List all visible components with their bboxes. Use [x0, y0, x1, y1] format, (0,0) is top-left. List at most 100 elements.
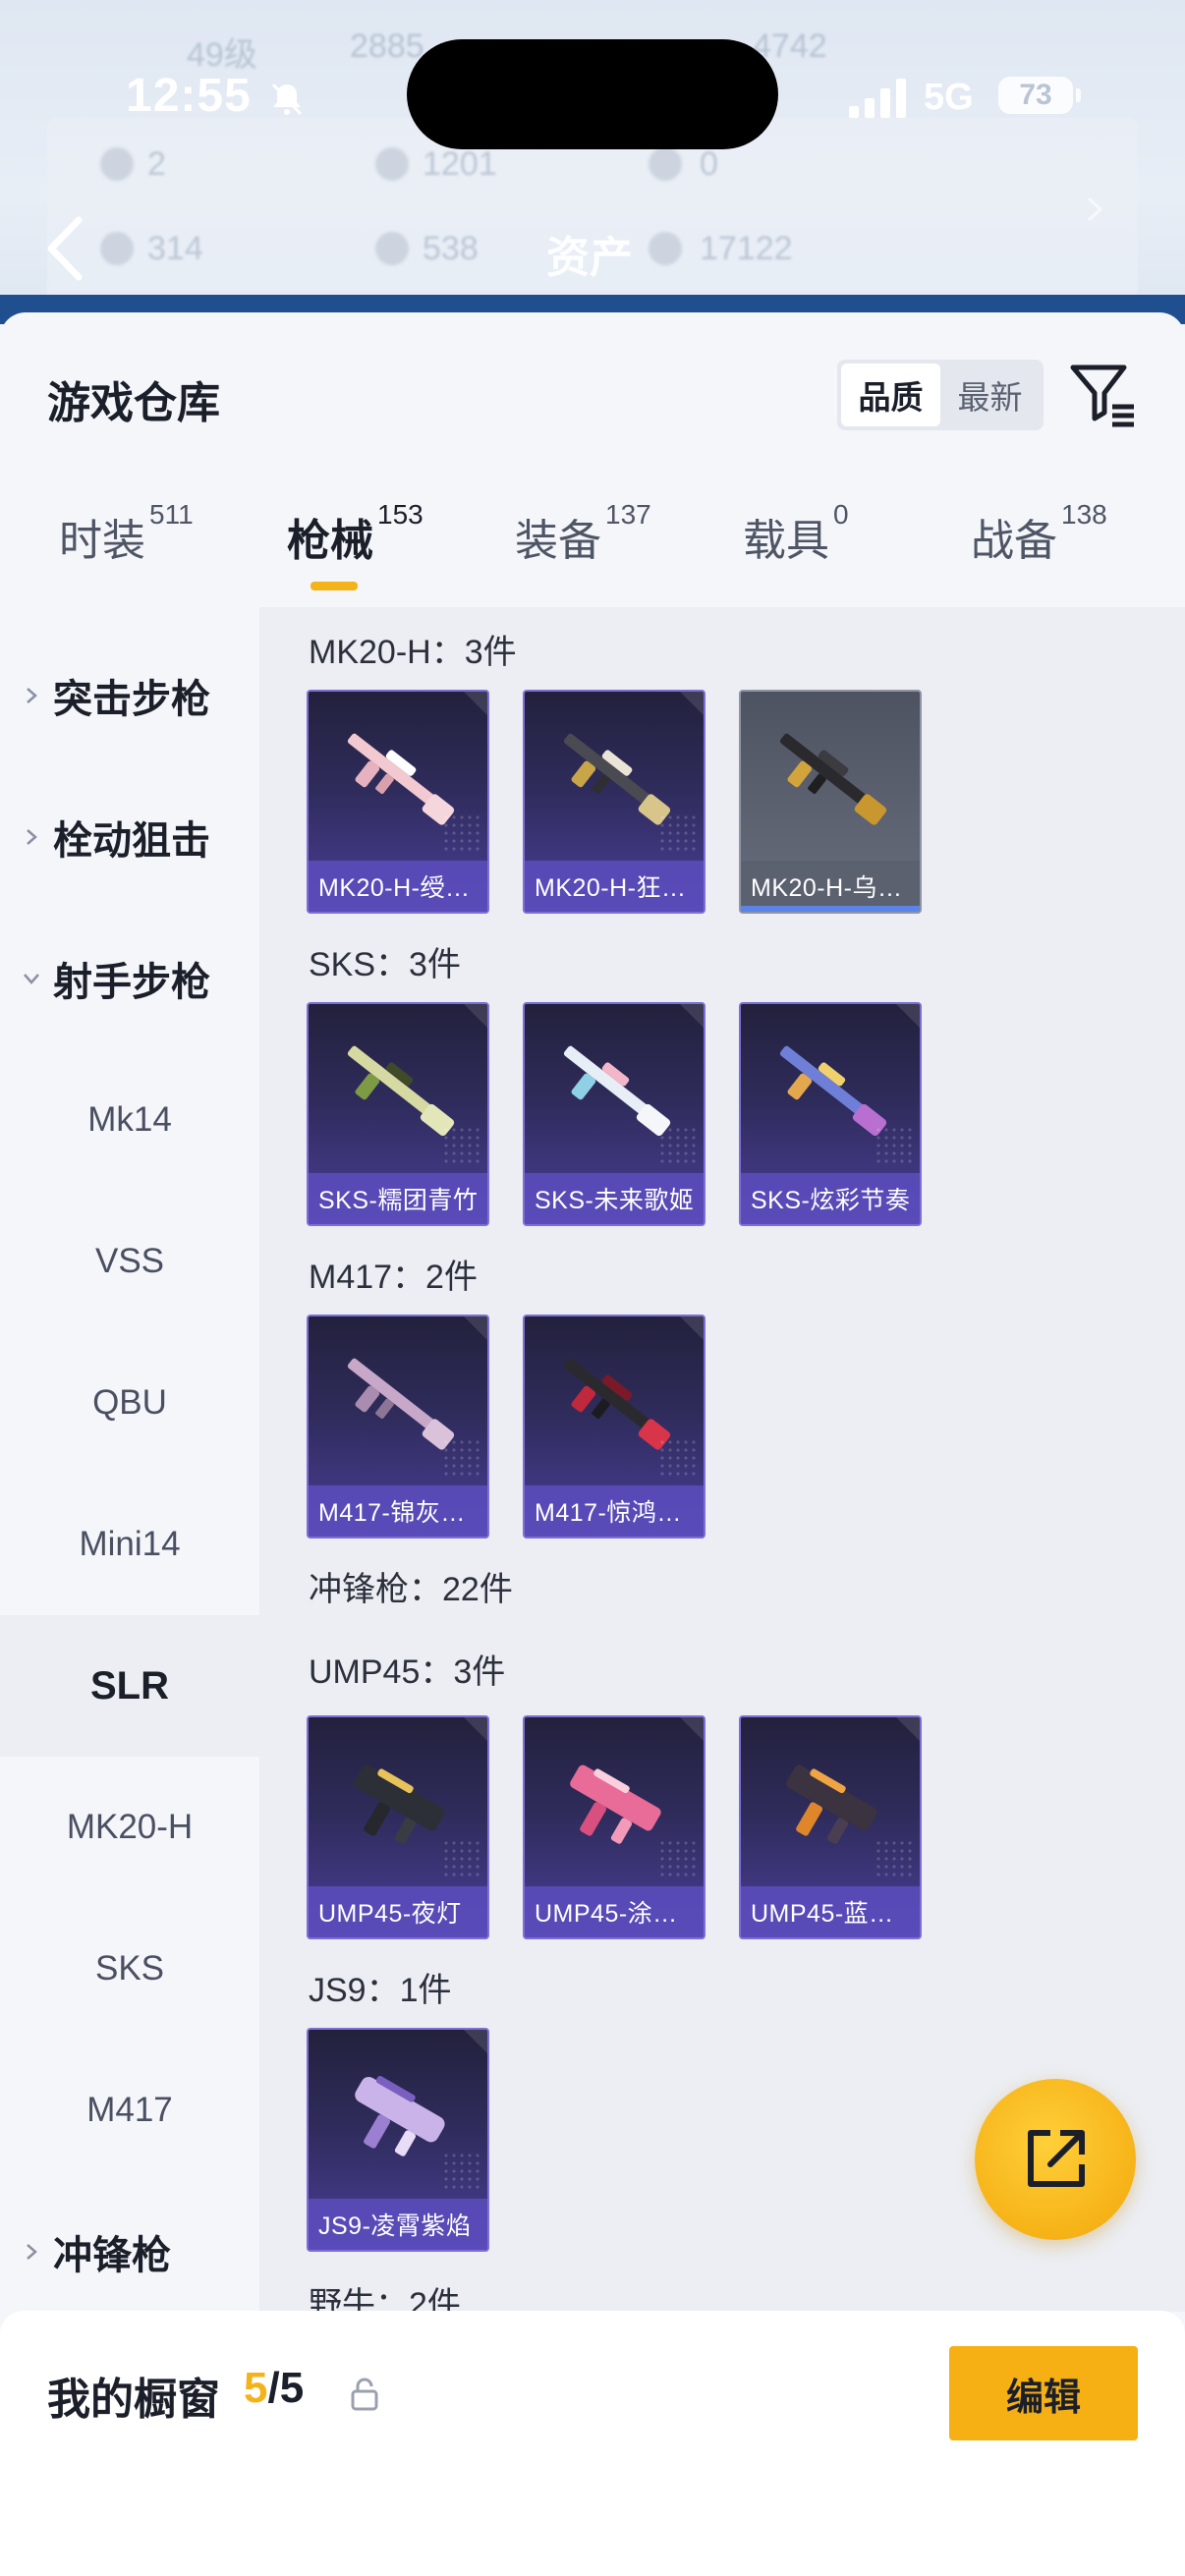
sort-quality-button[interactable]: 品质 — [841, 364, 940, 426]
tab-count: 511 — [149, 499, 194, 530]
card-corner — [464, 2030, 487, 2053]
blurred-icon — [649, 147, 682, 181]
tab-label: 战备 — [971, 517, 1057, 565]
sidebar-category-smg[interactable]: 冲锋枪 — [0, 2212, 259, 2291]
weapon-card[interactable]: UMP45-夜灯 — [307, 1715, 489, 1939]
card-corner — [680, 1004, 704, 1028]
weapon-card-label: UMP45-蓝… — [741, 1886, 920, 1937]
weapon-card[interactable]: M417-锦灰… — [307, 1315, 489, 1539]
blurred-icon — [649, 232, 682, 265]
card-corner — [464, 692, 487, 715]
group-title: MK20-H：3件 — [309, 634, 517, 671]
sort-toggle: 品质 最新 — [837, 360, 1044, 430]
card-pattern — [658, 1126, 698, 1165]
tab-fashion[interactable]: 时装 511 — [59, 499, 194, 568]
sidebar-category-label: 射手步枪 — [53, 961, 210, 1004]
weapon-grid[interactable]: MK20-H：3件 MK20-H-绶… MK20-H-狂… MK20-H-乌… … — [259, 607, 1185, 2312]
sidebar-category-marksman-rifle[interactable]: 射手步枪 — [0, 939, 259, 1018]
sidebar-category-bolt-sniper[interactable]: 栓动狙击 — [0, 798, 259, 876]
blurred-stat: 2 — [147, 145, 166, 183]
tab-supplies[interactable]: 战备 138 — [971, 499, 1107, 568]
sidebar-item-mini14[interactable]: Mini14 — [0, 1474, 259, 1615]
card-pattern — [442, 1438, 481, 1478]
share-fab-button[interactable] — [975, 2079, 1136, 2240]
background-header: 49级 2885 4742 2 1201 0 314 538 17122 12:… — [0, 0, 1185, 324]
card-corner — [464, 1316, 487, 1340]
sidebar-item-vss[interactable]: VSS — [0, 1191, 259, 1332]
sheet-title: 游戏仓库 — [47, 379, 220, 427]
group-title: 冲锋枪：22件 — [309, 1571, 513, 1608]
bell-muted-icon — [271, 83, 303, 116]
weapon-card[interactable]: UMP45-涂… — [523, 1715, 705, 1939]
weapon-card[interactable]: SKS-炫彩节奏 — [739, 1002, 922, 1226]
tab-label: 枪械 — [287, 517, 373, 565]
filter-icon[interactable] — [1069, 360, 1138, 428]
group-title: JS9：1件 — [309, 1972, 452, 2009]
showcase-bar: 我的橱窗 5/5 编辑 — [0, 2311, 1185, 2576]
blurred-icon — [375, 147, 409, 181]
sidebar-category-label: 冲锋枪 — [53, 2234, 171, 2277]
tab-count: 0 — [833, 499, 849, 530]
sidebar-category-label: 栓动狙击 — [53, 819, 210, 863]
group-title: M417：2件 — [309, 1259, 478, 1296]
tab-firearms[interactable]: 枪械 153 — [287, 499, 423, 568]
weapon-card[interactable]: JS9-凌霄紫焰 — [307, 2028, 489, 2252]
sidebar-category-label: 突击步枪 — [53, 678, 210, 721]
rifle-icon — [779, 733, 887, 825]
sidebar-item-slr[interactable]: SLR — [0, 1615, 259, 1757]
external-link-icon — [1028, 2130, 1085, 2187]
tab-vehicles[interactable]: 载具 0 — [743, 499, 849, 568]
weapon-card[interactable]: SKS-未来歌姬 — [523, 1002, 705, 1226]
warehouse-sheet: 游戏仓库 品质 最新 时装 511 枪械 153 装备 137 载具 0 战备 … — [0, 312, 1185, 2576]
card-pattern — [442, 1126, 481, 1165]
sidebar-category-assault-rifle[interactable]: 突击步枪 — [0, 656, 259, 735]
weapon-card-label: MK20-H-乌… — [741, 861, 920, 912]
group-title: 野牛：2件 — [309, 2286, 461, 2312]
chevron-right-icon — [1087, 196, 1103, 222]
blurred-icon — [375, 232, 409, 265]
dynamic-island — [407, 39, 778, 149]
card-corner — [680, 692, 704, 715]
blurred-stat: 314 — [147, 230, 203, 267]
card-pattern — [442, 2152, 481, 2191]
sidebar-item-qbu[interactable]: QBU — [0, 1332, 259, 1474]
blurred-stat: 1201 — [423, 145, 497, 183]
sidebar-item-sks[interactable]: SKS — [0, 1898, 259, 2040]
chevron-down-icon — [24, 974, 39, 984]
weapon-card[interactable]: M417-惊鸿… — [523, 1315, 705, 1539]
weapon-card[interactable]: UMP45-蓝… — [739, 1715, 922, 1939]
weapon-card-label: UMP45-夜灯 — [309, 1886, 487, 1937]
card-corner — [464, 1004, 487, 1028]
weapon-card[interactable]: MK20-H-狂… — [523, 690, 705, 914]
sort-newest-button[interactable]: 最新 — [940, 364, 1040, 426]
card-pattern — [658, 1839, 698, 1878]
tab-equipment[interactable]: 装备 137 — [515, 499, 651, 568]
weapon-card-label: JS9-凌霄紫焰 — [309, 2199, 487, 2250]
edit-button[interactable]: 编辑 — [949, 2346, 1138, 2440]
network-type: 5G — [924, 77, 974, 118]
sidebar-item-mk14[interactable]: Mk14 — [0, 1049, 259, 1191]
card-corner — [896, 1717, 920, 1741]
sidebar-item-m417[interactable]: M417 — [0, 2040, 259, 2181]
back-icon[interactable] — [43, 214, 86, 283]
weapon-card-label: UMP45-涂… — [525, 1886, 704, 1937]
weapon-card[interactable]: MK20-H-乌… — [739, 690, 922, 914]
weapon-card-label: SKS-未来歌姬 — [525, 1173, 704, 1224]
weapon-category-sidebar: 突击步枪 栓动狙击 射手步枪 Mk14 VSS QBU Mini14 SLR M… — [0, 607, 259, 2312]
weapon-card-label: MK20-H-狂… — [525, 861, 704, 912]
showcase-label: 我的橱窗 — [47, 2376, 220, 2424]
card-corner — [680, 1717, 704, 1741]
weapon-card-label: SKS-炫彩节奏 — [741, 1173, 920, 1224]
showcase-used: 5 — [244, 2364, 268, 2412]
chevron-right-icon — [27, 2244, 37, 2260]
weapon-card[interactable]: SKS-糯团青竹 — [307, 1002, 489, 1226]
card-corner — [680, 1316, 704, 1340]
sidebar-item-mk20h[interactable]: MK20-H — [0, 1757, 259, 1898]
lock-icon — [351, 2378, 378, 2411]
status-time: 12:55 — [126, 70, 252, 122]
blurred-icon — [100, 232, 134, 265]
tab-count: 138 — [1061, 499, 1107, 530]
group-title: SKS：3件 — [309, 946, 461, 983]
weapon-card[interactable]: MK20-H-绶… — [307, 690, 489, 914]
chevron-right-icon — [27, 688, 37, 703]
